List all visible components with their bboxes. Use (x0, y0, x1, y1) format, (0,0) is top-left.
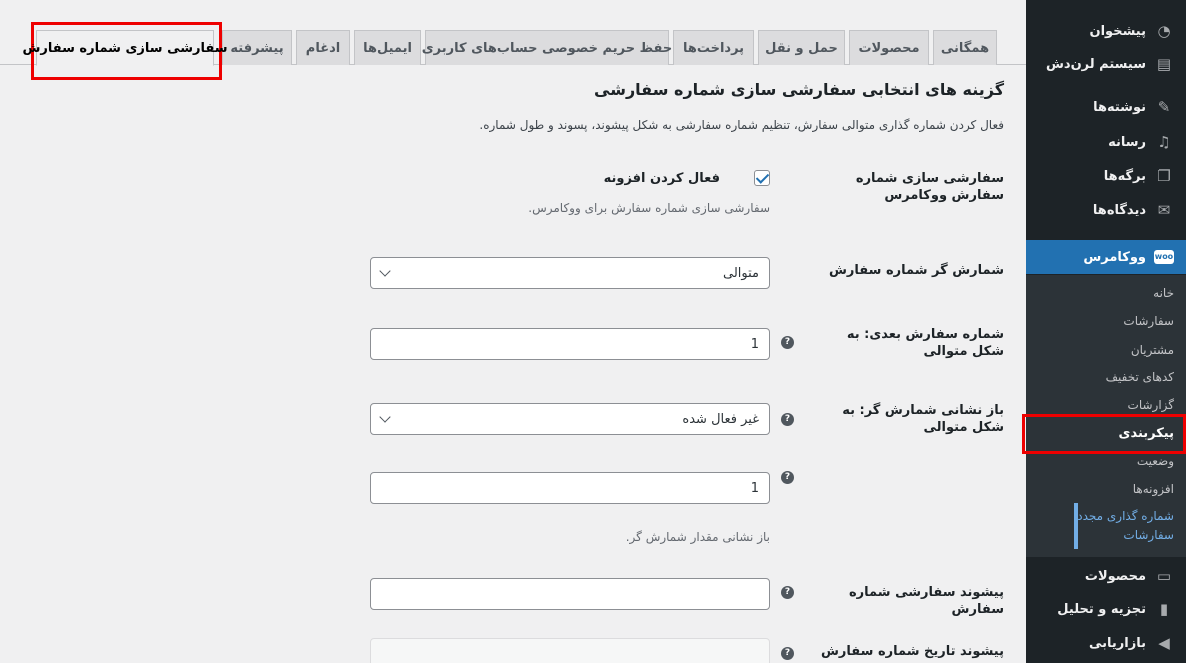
submenu-reports[interactable]: گزارشات (1026, 398, 1186, 412)
woocommerce-submenu: خانه سفارشات مشتریان کدهای تخفیف گزارشات… (1026, 275, 1186, 557)
tab-accounts-privacy[interactable]: حفظ حریم خصوصی حساب‌های کاربری (422, 30, 672, 65)
tab-advanced[interactable]: پیشرفته (222, 30, 292, 65)
menu-media[interactable]: ♫ رسانه (1026, 125, 1186, 159)
menu-comments[interactable]: ✉ دیدگاه‌ها (1026, 193, 1186, 227)
learndash-icon: ▤ (1156, 55, 1172, 73)
submenu-status[interactable]: وضعیت (1026, 454, 1186, 468)
menu-learndash[interactable]: ▤ سیستم لرن‌دش (1026, 47, 1186, 81)
prefix-label: پیشوند سفارشی شماره سفارش (849, 585, 1004, 617)
reset-counter-label: باز نشانی شمارش گر: به شکل متوالی (842, 403, 1004, 435)
chevron-down-icon (379, 265, 391, 277)
enable-checkbox-label: فعال کردن افزونه (603, 171, 720, 186)
products-icon: ▭ (1156, 567, 1172, 585)
tab-payments[interactable]: پرداخت‌ها (673, 30, 754, 65)
media-icon: ♫ (1157, 133, 1171, 151)
admin-sidebar: ◔ پیشخوان ▤ سیستم لرن‌دش ✎ نوشته‌ها ♫ رسانه … (1018, 0, 1186, 663)
marketing-icon: ◀ (1158, 634, 1170, 652)
reset-counter-value-input[interactable]: 1 (370, 472, 770, 504)
help-icon[interactable]: ? (781, 586, 794, 599)
counter-select-value: متوالی (722, 265, 759, 281)
tab-emails[interactable]: ایمیل‌ها (354, 30, 421, 65)
tab-order-number-customization[interactable]: سفارشی سازی شماره سفارش (22, 30, 228, 66)
menu-marketing[interactable]: ◀ بازاریابی (1026, 626, 1186, 660)
submenu-extensions[interactable]: افزونه‌ها (1026, 482, 1186, 496)
prefix-input[interactable] (370, 578, 770, 610)
help-icon[interactable]: ? (781, 647, 794, 660)
pin-icon: ✎ (1157, 98, 1171, 116)
comments-icon: ✉ (1157, 201, 1171, 219)
enable-label: سفارشی سازی شماره سفارش ووکامرس (855, 171, 1004, 203)
reset-counter-select[interactable]: غیر فعال شده (370, 403, 770, 435)
help-icon[interactable]: ? (781, 413, 794, 426)
counter-select[interactable]: متوالی (370, 257, 770, 289)
tab-shipping[interactable]: حمل و نقل (758, 30, 845, 65)
help-icon[interactable]: ? (781, 471, 794, 484)
submenu-home[interactable]: خانه (1026, 286, 1186, 300)
reset-counter-select-value: غیر فعال شده (682, 411, 759, 427)
enable-checkbox[interactable] (754, 170, 770, 186)
section-title: گزینه های انتخابی سفارشی سازی شماره سفار… (594, 80, 1004, 99)
reset-counter-value: 1 (750, 480, 759, 496)
submenu-coupons[interactable]: کدهای تخفیف (1026, 370, 1186, 384)
reset-note: باز نشانی مقدار شمارش گر. (625, 530, 770, 544)
enable-note: سفارشی سازی شماره سفارش برای ووکامرس. (528, 201, 770, 215)
dashboard-icon: ◔ (1157, 22, 1171, 40)
woo-icon: woo (1154, 250, 1174, 264)
submenu-renumber-orders[interactable]: شماره گذاری مجدد سفارشات (1074, 503, 1186, 549)
menu-dashboard[interactable]: ◔ پیشخوان (1026, 14, 1186, 48)
menu-woocommerce[interactable]: woo ووکامرس (1018, 240, 1186, 274)
section-description: فعال کردن شماره گذاری متوالی سفارش، تنظی… (479, 118, 1004, 132)
counter-label: شمارش گر شماره سفارش (828, 263, 1004, 278)
submenu-orders[interactable]: سفارشات (1026, 314, 1186, 328)
date-prefix-label: پیشوند تاریخ شماره سفارش (820, 644, 1004, 659)
menu-analytics[interactable]: ▮ تجزیه و تحلیل (1026, 592, 1186, 626)
menu-pages[interactable]: ❐ برگه‌ها (1026, 159, 1186, 193)
menu-products[interactable]: ▭ محصولات (1026, 559, 1186, 593)
pages-icon: ❐ (1157, 167, 1171, 185)
tab-products[interactable]: محصولات (849, 30, 929, 65)
next-number-value: 1 (750, 336, 759, 352)
help-icon[interactable]: ? (781, 336, 794, 349)
next-number-input[interactable]: 1 (370, 328, 770, 360)
next-number-label: شماره سفارش بعدی: به شکل متوالی (846, 327, 1004, 359)
date-prefix-input[interactable] (370, 638, 770, 663)
menu-posts[interactable]: ✎ نوشته‌ها (1026, 90, 1186, 124)
tab-integration[interactable]: ادغام (296, 30, 350, 65)
analytics-icon: ▮ (1159, 600, 1169, 618)
chevron-down-icon (379, 411, 391, 423)
submenu-settings[interactable]: پیکربندی (1026, 426, 1186, 441)
tab-general[interactable]: همگانی (933, 30, 997, 65)
submenu-customers[interactable]: مشتریان (1026, 343, 1186, 357)
